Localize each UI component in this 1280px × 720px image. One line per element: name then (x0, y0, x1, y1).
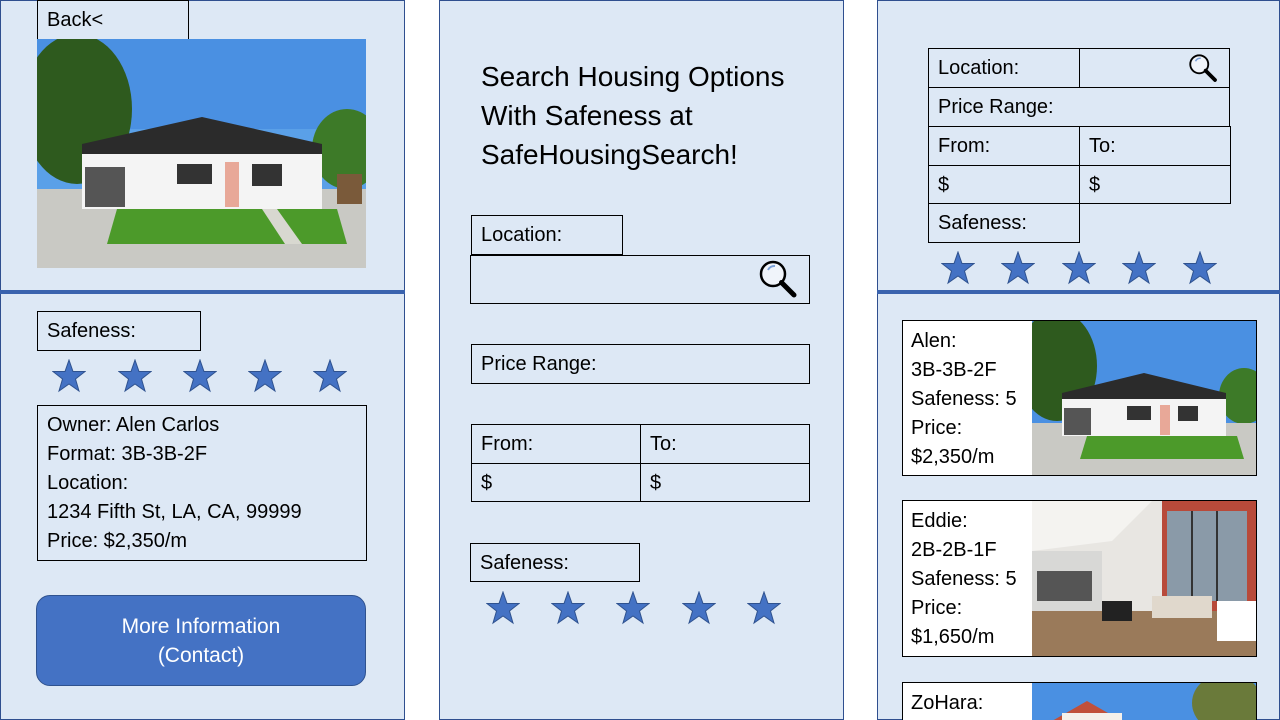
listing-card[interactable]: Alen: 3B-3B-2F Safeness: 5 Price: $2,350… (902, 320, 1257, 476)
star-icon[interactable] (1062, 251, 1096, 285)
address-text: 1234 Fifth St, LA, CA, 99999 (47, 500, 302, 523)
safeness-label: Safeness: (470, 543, 640, 582)
listing-card[interactable]: ZoHara: (902, 682, 1257, 720)
search-icon[interactable] (758, 259, 798, 299)
price-to-input[interactable]: $ (640, 463, 810, 502)
contact-label: (Contact) (157, 643, 245, 667)
listing-name: ZoHara: (911, 692, 984, 714)
listing-name: Eddie: (911, 510, 968, 532)
format-text: Format: 3B-3B-2F (47, 442, 208, 465)
filter-price-range-label: Price Range: (928, 87, 1230, 127)
results-divider (877, 290, 1280, 294)
filter-to-input[interactable]: $ (1079, 165, 1231, 204)
listing-photo (1032, 501, 1256, 656)
search-icon[interactable] (1188, 53, 1218, 83)
listing-photo (1032, 321, 1256, 475)
star-icon[interactable] (616, 591, 650, 625)
search-title-line: SafeHousingSearch! (481, 139, 738, 170)
search-title: Search Housing Options With Safeness at … (481, 57, 785, 174)
price-range-label: Price Range: (471, 344, 810, 384)
star-icon[interactable] (1183, 251, 1217, 285)
listing-photo (1032, 683, 1256, 720)
filter-from-input[interactable]: $ (928, 165, 1080, 204)
location-label: Location: (471, 215, 623, 255)
listing-safeness: Safeness: 5 (911, 568, 1017, 590)
filter-safeness-label: Safeness: (928, 203, 1080, 243)
filter-to-label: To: (1079, 126, 1231, 166)
safeness-label: Safeness: (37, 311, 201, 351)
search-title-line: Search Housing Options (481, 61, 785, 92)
star-icon[interactable] (486, 591, 520, 625)
star-icon[interactable] (118, 359, 152, 393)
star-icon[interactable] (1122, 251, 1156, 285)
star-icon[interactable] (682, 591, 716, 625)
star-icon[interactable] (183, 359, 217, 393)
star-icon[interactable] (313, 359, 347, 393)
star-icon[interactable] (52, 359, 86, 393)
location-label: Location: (47, 471, 129, 494)
listing-price: $1,650/m (911, 626, 995, 648)
house-photo (37, 39, 366, 268)
listing-price-label: Price: (911, 597, 963, 619)
listing-price: $2,350/m (911, 446, 995, 468)
star-icon[interactable] (941, 251, 975, 285)
star-icon[interactable] (747, 591, 781, 625)
search-title-line: With Safeness at (481, 100, 693, 131)
price-from-label: From: (471, 424, 641, 464)
listing-format: 3B-3B-2F (911, 359, 997, 381)
listing-text: Alen: 3B-3B-2F Safeness: 5 Price: $2,350… (911, 327, 1017, 472)
filter-location-label: Location: (928, 48, 1080, 88)
more-information-button[interactable]: More Information (Contact) (36, 595, 366, 686)
listing-card[interactable]: Eddie: 2B-2B-1F Safeness: 5 Price: $1,65… (902, 500, 1257, 657)
listing-info-box: Owner: Alen Carlos Format: 3B-3B-2F Loca… (37, 405, 367, 561)
listing-price-label: Price: (911, 417, 963, 439)
detail-divider (0, 290, 405, 294)
listing-safeness: Safeness: 5 (911, 388, 1017, 410)
back-button[interactable]: Back< (37, 0, 189, 40)
star-icon[interactable] (551, 591, 585, 625)
price-from-input[interactable]: $ (471, 463, 641, 502)
listing-format: 2B-2B-1F (911, 539, 997, 561)
price-to-label: To: (640, 424, 810, 464)
listing-name: Alen: (911, 330, 957, 352)
star-icon[interactable] (1001, 251, 1035, 285)
filter-from-label: From: (928, 126, 1080, 166)
star-icon[interactable] (248, 359, 282, 393)
price-text: Price: $2,350/m (47, 529, 188, 552)
owner-text: Owner: Alen Carlos (47, 413, 220, 436)
more-information-label: More Information (121, 614, 281, 638)
listing-text: Eddie: 2B-2B-1F Safeness: 5 Price: $1,65… (911, 507, 1017, 652)
listing-text: ZoHara: (911, 689, 983, 718)
